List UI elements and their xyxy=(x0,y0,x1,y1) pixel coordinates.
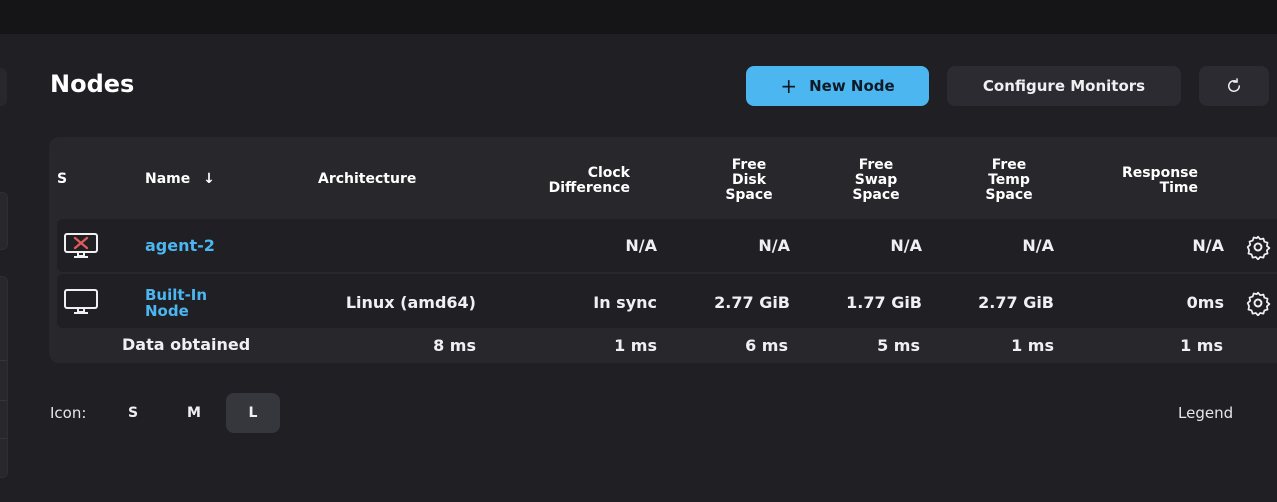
column-header-status[interactable]: S xyxy=(57,172,67,187)
footer-response: 1 ms xyxy=(1180,336,1223,355)
table-row xyxy=(57,219,1277,272)
header-line: Free xyxy=(991,157,1027,173)
header-line: Clock xyxy=(587,165,630,181)
cell-clock: N/A xyxy=(625,236,657,255)
header-line: Difference xyxy=(548,180,630,196)
cell-response: 0ms xyxy=(1186,293,1224,312)
footer-disk: 6 ms xyxy=(745,336,788,355)
node-name-line: Node xyxy=(145,302,189,320)
cell-response: N/A xyxy=(1192,236,1224,255)
header-line: Response xyxy=(1121,165,1198,181)
table-row xyxy=(57,274,1277,328)
column-header-clock-difference[interactable]: Clock Difference xyxy=(510,166,630,196)
configure-monitors-button[interactable]: Configure Monitors xyxy=(947,66,1181,106)
icon-size-s[interactable]: S xyxy=(118,393,148,433)
header-line: Swap xyxy=(854,172,898,188)
cell-temp: N/A xyxy=(1022,236,1054,255)
header-line: Free xyxy=(731,157,767,173)
column-header-name-label: Name xyxy=(145,171,191,187)
header-line: Disk xyxy=(731,172,767,188)
header-line: Temp xyxy=(988,172,1030,188)
column-header-architecture[interactable]: Architecture xyxy=(318,172,416,187)
configure-monitors-label: Configure Monitors xyxy=(982,77,1146,95)
gear-icon[interactable] xyxy=(1244,234,1272,260)
column-header-name[interactable]: Name ↓ xyxy=(145,172,215,187)
sidebar-fragment xyxy=(0,192,8,250)
footer-swap: 5 ms xyxy=(877,336,920,355)
cell-swap: 1.77 GiB xyxy=(846,293,922,312)
page-title: Nodes xyxy=(50,70,135,98)
column-header-free-temp-space[interactable]: Free Temp Space xyxy=(979,158,1039,203)
column-header-response-time[interactable]: Response Time xyxy=(1090,166,1198,196)
top-bar xyxy=(0,0,1277,34)
header-line: Free xyxy=(858,157,894,173)
header-line: Space xyxy=(725,187,773,203)
refresh-button[interactable] xyxy=(1199,66,1269,106)
plus-icon: + xyxy=(780,74,798,98)
new-node-button[interactable]: + New Node xyxy=(746,66,929,106)
footer-architecture: 8 ms xyxy=(433,336,476,355)
gear-icon[interactable] xyxy=(1244,290,1272,316)
sidebar-divider xyxy=(0,400,7,401)
cell-disk: N/A xyxy=(758,236,790,255)
new-node-label: New Node xyxy=(809,77,895,95)
node-link-built-in-node[interactable]: Built-In Node xyxy=(145,287,207,319)
sort-down-icon: ↓ xyxy=(203,171,215,187)
legend-link[interactable]: Legend xyxy=(1178,404,1233,422)
header-line: Time xyxy=(1159,180,1198,196)
sidebar-divider xyxy=(0,360,7,361)
header-line: Space xyxy=(852,187,900,203)
computer-offline-icon xyxy=(64,233,98,258)
node-name-line: Built-In xyxy=(145,286,208,304)
cell-architecture: Linux (amd64) xyxy=(345,293,476,312)
column-header-free-swap-space[interactable]: Free Swap Space xyxy=(846,158,906,203)
footer-label: Data obtained xyxy=(122,335,251,354)
cell-clock: In sync xyxy=(593,293,657,312)
column-header-free-disk-space[interactable]: Free Disk Space xyxy=(719,158,779,203)
computer-icon xyxy=(64,289,98,314)
sidebar-fragment xyxy=(0,68,7,106)
sidebar-divider xyxy=(0,438,7,439)
footer-temp: 1 ms xyxy=(1011,336,1054,355)
cell-disk: 2.77 GiB xyxy=(714,293,790,312)
icon-size-m[interactable]: M xyxy=(177,393,211,433)
cell-temp: 2.77 GiB xyxy=(978,293,1054,312)
node-link-agent-2[interactable]: agent-2 xyxy=(145,236,215,255)
icon-size-l[interactable]: L xyxy=(226,393,280,433)
refresh-icon xyxy=(1228,78,1241,92)
header-line: Space xyxy=(985,187,1033,203)
sidebar-fragment xyxy=(0,276,8,478)
icon-size-label: Icon: xyxy=(50,404,87,422)
footer-clock: 1 ms xyxy=(614,336,657,355)
cell-swap: N/A xyxy=(890,236,922,255)
